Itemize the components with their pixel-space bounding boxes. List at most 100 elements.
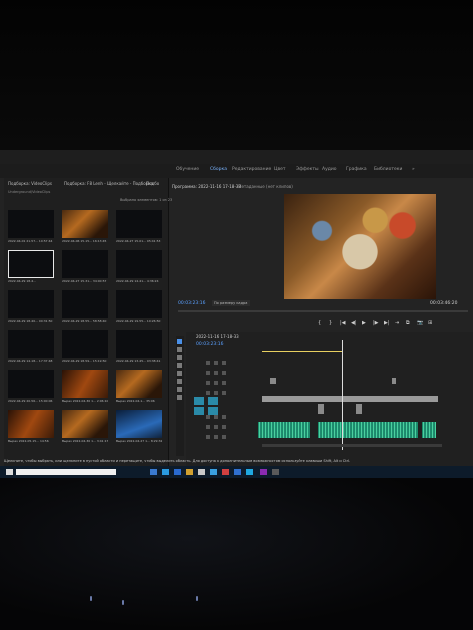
clip-thumbnail-tile[interactable]: 2022-04-29 18-55... 58:58:40	[62, 290, 108, 326]
clip-preview[interactable]	[62, 290, 108, 318]
transport-button[interactable]: ◀|	[351, 320, 357, 326]
fit-dropdown[interactable]: По размеру кадра	[212, 300, 250, 306]
mail-icon[interactable]	[174, 469, 181, 475]
track-toggle-icon[interactable]	[206, 425, 210, 429]
edge-browser-icon[interactable]	[162, 469, 169, 475]
video-clip-v2-a[interactable]	[270, 378, 276, 384]
ripple-edit-tool-icon[interactable]	[177, 355, 182, 360]
workspace-tab-1[interactable]: Сборка	[210, 167, 227, 172]
telegram-icon[interactable]	[210, 469, 217, 475]
video-clip-v1-b[interactable]	[318, 404, 324, 414]
clip-preview[interactable]	[116, 370, 162, 398]
clip-preview[interactable]	[8, 210, 54, 238]
track-toggle-icon[interactable]	[222, 371, 226, 375]
transport-button[interactable]: ▶|	[384, 320, 390, 326]
opera-icon[interactable]	[222, 469, 229, 475]
clip-preview[interactable]	[8, 250, 54, 278]
clip-thumbnail-tile[interactable]: 2022-04-29 14-18... 17:37:48	[8, 330, 54, 366]
playhead[interactable]	[342, 340, 343, 450]
pen-tool-icon[interactable]	[177, 379, 182, 384]
track-toggle-icon[interactable]	[214, 361, 218, 365]
program-time-ruler[interactable]	[178, 310, 468, 312]
track-toggle-icon[interactable]	[214, 391, 218, 395]
clip-thumbnail-tile[interactable]: 2022-04-29 14-41... 4:36:24	[116, 250, 162, 286]
clip-thumbnail-tile[interactable]: 2022-04-29 18-4...	[8, 250, 54, 286]
type-tool-icon[interactable]	[177, 395, 182, 400]
track-toggle-icon[interactable]	[206, 371, 210, 375]
clip-thumbnail-tile[interactable]: 2022-04-27 15-01... 05:41:53	[116, 210, 162, 246]
audio-clip-a1-b[interactable]	[318, 422, 418, 438]
clip-preview[interactable]	[62, 370, 108, 398]
timeline-scrollbar[interactable]	[262, 444, 442, 447]
track-toggle-icon[interactable]	[206, 381, 210, 385]
clip-thumbnail-tile[interactable]: Вырез 2022-04-30 1... 3:41:17	[62, 410, 108, 446]
v1-target-button[interactable]	[208, 397, 218, 405]
app-icon-extra[interactable]	[272, 469, 279, 475]
track-toggle-icon[interactable]	[222, 415, 226, 419]
clip-thumbnail-tile[interactable]: 2022-04-29 13-45... 03:38:41	[116, 330, 162, 366]
clip-preview[interactable]	[116, 250, 162, 278]
clip-preview[interactable]	[8, 370, 54, 398]
clip-preview[interactable]	[116, 330, 162, 358]
track-toggle-icon[interactable]	[222, 391, 226, 395]
track-toggle-icon[interactable]	[206, 391, 210, 395]
workspace-tab-5[interactable]: Аудио	[322, 167, 337, 172]
timeline-timecode[interactable]: 00:03:23:16	[196, 342, 223, 347]
tab-bin-third[interactable]: Подбо	[146, 181, 159, 186]
hand-tool-icon[interactable]	[177, 387, 182, 392]
photos-icon[interactable]	[246, 469, 253, 475]
clip-thumbnail-tile[interactable]: 2022-04-01 21-57... 10:57:44	[8, 210, 54, 246]
clip-thumbnail-tile[interactable]: 2022-04-06 15-15... 16:13:45	[62, 210, 108, 246]
clip-preview[interactable]	[62, 250, 108, 278]
program-timecode-current[interactable]: 00:03:23:16	[178, 301, 205, 306]
track-toggle-icon[interactable]	[222, 381, 226, 385]
v1-source-patch-button[interactable]	[194, 397, 204, 405]
transport-button[interactable]: |◀	[340, 320, 346, 326]
transport-button[interactable]: |▶	[373, 320, 379, 326]
transport-button[interactable]: ⇥	[395, 320, 399, 326]
app-icon[interactable]	[234, 469, 241, 475]
track-toggle-icon[interactable]	[222, 435, 226, 439]
program-monitor-title[interactable]: Программа: 2022-11-16 17-18-33	[172, 184, 241, 189]
workspace-tab-7[interactable]: Библиотеки	[374, 167, 402, 172]
track-toggle-icon[interactable]	[214, 435, 218, 439]
work-area-bar[interactable]	[262, 351, 342, 352]
clip-thumbnail-tile[interactable]: 2022-04-29 18-59... 15:19:50	[62, 330, 108, 366]
clip-thumbnail-tile[interactable]: 2022-04-29 19-55... 10:26:50	[116, 290, 162, 326]
transport-button[interactable]: }	[329, 320, 332, 326]
clip-preview[interactable]	[8, 410, 54, 438]
slip-tool-icon[interactable]	[177, 371, 182, 376]
clip-thumbnail-tile[interactable]: Вырез 2022-04-30 1... 2:06:10:53	[62, 370, 108, 406]
audio-clip-a1-c[interactable]	[422, 422, 436, 438]
transport-button[interactable]: ⧉	[406, 320, 410, 326]
track-toggle-icon[interactable]	[214, 425, 218, 429]
track-toggle-icon[interactable]	[206, 415, 210, 419]
clip-preview[interactable]	[62, 330, 108, 358]
clip-preview[interactable]	[8, 290, 54, 318]
taskbar-search-box[interactable]	[16, 469, 116, 475]
clip-preview[interactable]	[8, 330, 54, 358]
sequence-tab[interactable]: 2022-11-16 17-18-33	[196, 334, 239, 339]
track-select-tool-icon[interactable]	[177, 347, 182, 352]
tab-bin-second[interactable]: Подборка: F8 Lenh - Щелкайте - Подборка	[64, 181, 153, 186]
clip-preview[interactable]	[62, 410, 108, 438]
track-toggle-icon[interactable]	[206, 435, 210, 439]
selection-tool-icon[interactable]	[177, 339, 182, 344]
transport-button[interactable]: {	[318, 320, 321, 326]
task-view-icon[interactable]	[150, 469, 157, 475]
metadata-tab[interactable]: Метаданные (нет клипов)	[238, 184, 293, 189]
video-clip-v1-c[interactable]	[356, 404, 362, 414]
tab-bin-videoclips[interactable]: Подборка: VideoClips	[8, 181, 52, 186]
transport-button[interactable]: ⊞	[428, 320, 432, 326]
workspace-tab-4[interactable]: Эффекты	[296, 167, 319, 172]
clip-preview[interactable]	[116, 410, 162, 438]
transport-button[interactable]: ▶	[362, 320, 366, 326]
video-clip-v2-b[interactable]	[392, 378, 396, 384]
premiere-pro-icon[interactable]	[260, 469, 267, 475]
clip-preview[interactable]	[116, 290, 162, 318]
clip-thumbnail-tile[interactable]: Вырез 2022-04-27 1... 8:29:32	[116, 410, 162, 446]
track-toggle-icon[interactable]	[214, 381, 218, 385]
workspace-tab-0[interactable]: Обучение	[176, 167, 199, 172]
clip-preview[interactable]	[62, 210, 108, 238]
clip-thumbnail-tile[interactable]: Вырез 2022-04-1... 35:06	[116, 370, 162, 406]
